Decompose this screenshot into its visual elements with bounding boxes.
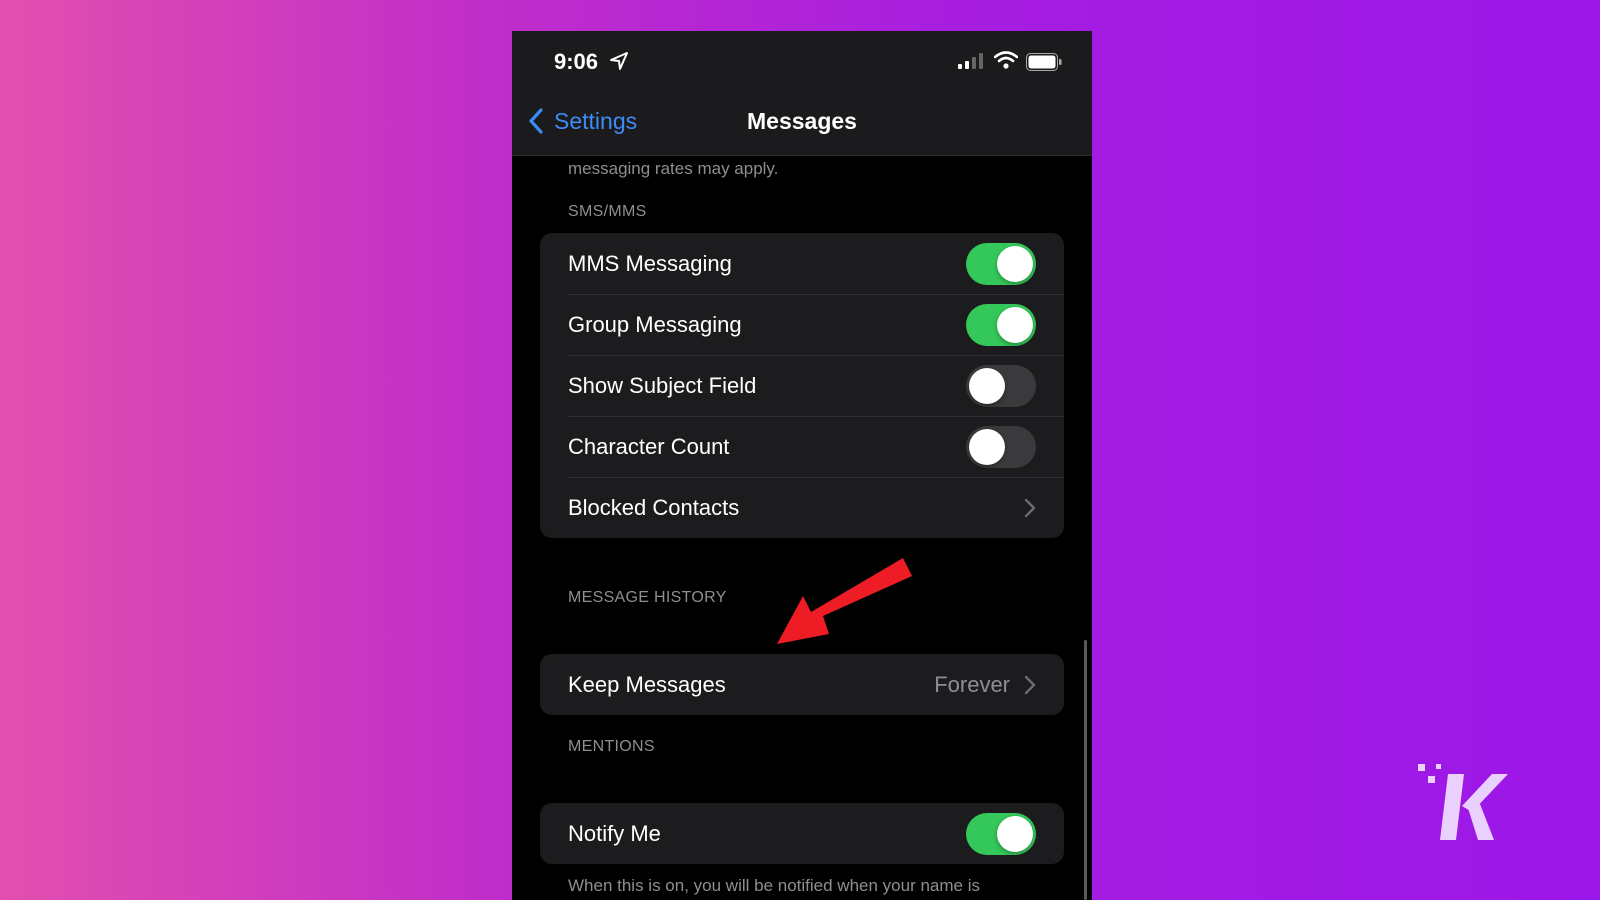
mms-messaging-toggle[interactable] <box>966 242 1036 285</box>
row-notify-me[interactable]: Notify Me <box>540 803 1064 864</box>
mentions-footer-note: When this is on, you will be notified wh… <box>568 876 980 900</box>
status-bar: 9:06 <box>512 31 1092 93</box>
chevron-right-icon <box>1024 498 1036 518</box>
row-label: MMS Messaging <box>568 250 732 276</box>
row-label: Blocked Contacts <box>568 494 740 520</box>
sms-mms-group: MMS Messaging Group Messaging Show Subje… <box>540 233 1064 538</box>
location-arrow-icon <box>609 51 629 76</box>
group-messaging-toggle[interactable] <box>966 303 1036 346</box>
row-keep-messages[interactable]: Keep Messages Forever <box>540 654 1064 715</box>
row-label: Character Count <box>568 433 730 459</box>
cellular-signal-icon <box>958 53 984 74</box>
k-logo-icon <box>1418 764 1508 840</box>
section-header-sms-mms: SMS/MMS <box>568 203 647 220</box>
character-count-toggle[interactable] <box>966 425 1036 468</box>
chevron-right-icon <box>1024 675 1036 695</box>
section-header-message-history: MESSAGE HISTORY <box>568 589 727 606</box>
keep-messages-value: Forever <box>934 671 1010 697</box>
row-mms-messaging[interactable]: MMS Messaging <box>540 233 1064 294</box>
battery-icon <box>1026 53 1062 76</box>
page-title: Messages <box>747 108 857 134</box>
wifi-icon <box>993 51 1019 74</box>
row-show-subject-field[interactable]: Show Subject Field <box>540 355 1064 416</box>
annotation-arrow-icon <box>777 558 912 644</box>
mentions-group: Notify Me <box>540 803 1064 864</box>
section-header-mentions: MENTIONS <box>568 738 655 755</box>
phone-screen: 9:06 Settings Messages messaging rates m… <box>512 31 1092 900</box>
row-group-messaging[interactable]: Group Messaging <box>540 294 1064 355</box>
settings-content[interactable]: messaging rates may apply. SMS/MMS MMS M… <box>512 155 1092 900</box>
row-label: Group Messaging <box>568 311 742 337</box>
messaging-rates-note: messaging rates may apply. <box>568 159 779 178</box>
row-label: Show Subject Field <box>568 372 757 398</box>
row-label: Keep Messages <box>568 671 726 697</box>
show-subject-field-toggle[interactable] <box>966 364 1036 407</box>
navigation-bar: Settings Messages <box>512 93 1092 156</box>
scrollbar[interactable] <box>1084 640 1087 900</box>
row-label: Notify Me <box>568 820 661 846</box>
message-history-group: Keep Messages Forever <box>540 654 1064 715</box>
notify-me-toggle[interactable] <box>966 812 1036 855</box>
status-time: 9:06 <box>554 49 599 74</box>
row-blocked-contacts[interactable]: Blocked Contacts <box>540 477 1064 538</box>
row-character-count[interactable]: Character Count <box>540 416 1064 477</box>
